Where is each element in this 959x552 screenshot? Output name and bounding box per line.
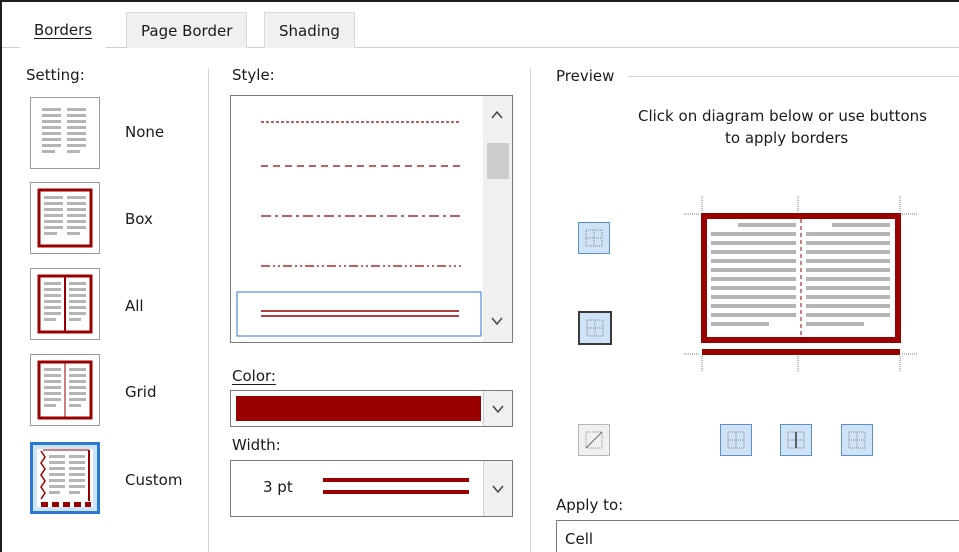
tab-shading-label: Shading	[279, 22, 340, 40]
style-listbox[interactable]	[230, 95, 513, 343]
tab-borders-label: Borders	[34, 21, 93, 39]
diagonal-border-button[interactable]	[578, 424, 610, 456]
tab-page-border-label: Page Border	[141, 22, 233, 40]
color-heading: Color:	[232, 367, 276, 385]
color-dropdown[interactable]	[230, 390, 513, 427]
color-swatch	[236, 396, 481, 421]
setting-all-icon	[37, 274, 93, 334]
separator-style-preview	[530, 68, 531, 552]
style-option-double-selected[interactable]	[236, 291, 482, 337]
setting-none-icon	[42, 108, 86, 153]
style-scrollbar[interactable]	[483, 96, 512, 342]
setting-custom-icon	[37, 449, 93, 507]
separator-setting-style	[208, 68, 209, 552]
setting-box-icon	[37, 188, 93, 248]
border-preview-diagram[interactable]	[680, 192, 920, 377]
left-border-button[interactable]	[720, 424, 752, 456]
inside-vertical-border-button[interactable]	[780, 424, 812, 456]
diagonal-border-icon	[585, 431, 603, 449]
setting-heading: Setting:	[26, 66, 85, 84]
tab-shading[interactable]: Shading	[264, 12, 355, 48]
tab-page-border[interactable]: Page Border	[126, 12, 248, 48]
setting-grid-icon	[37, 360, 93, 420]
scroll-thumb[interactable]	[487, 143, 509, 179]
top-border-icon	[585, 229, 603, 247]
setting-none-button[interactable]	[30, 97, 100, 169]
preview-bottom-border	[702, 349, 900, 355]
color-dropdown-button[interactable]	[483, 391, 512, 426]
preview-instructions-line2: to apply borders	[725, 129, 849, 147]
style-heading: Style:	[232, 66, 275, 84]
scroll-up-arrow-icon[interactable]	[491, 110, 503, 119]
apply-to-dropdown[interactable]: Cell	[556, 520, 959, 552]
chevron-down-icon	[492, 485, 504, 494]
color-heading-text: Color:	[232, 367, 276, 385]
apply-to-heading: Apply to:	[556, 496, 623, 514]
setting-custom-button[interactable]	[30, 442, 100, 514]
setting-none-label[interactable]: None	[125, 123, 164, 141]
setting-all-label[interactable]: All	[125, 297, 144, 315]
apply-to-value: Cell	[565, 530, 594, 548]
right-border-button[interactable]	[841, 424, 873, 456]
setting-grid-label[interactable]: Grid	[125, 383, 156, 401]
width-line-preview	[323, 478, 469, 494]
inside-horizontal-border-button[interactable]	[578, 311, 612, 345]
scrollbar-graphics	[487, 110, 509, 326]
left-border-icon	[727, 431, 745, 449]
setting-box-button[interactable]	[30, 182, 100, 254]
scroll-down-arrow-icon[interactable]	[491, 317, 503, 326]
width-dropdown-button[interactable]	[483, 461, 512, 516]
tab-borders[interactable]: Borders	[20, 12, 107, 48]
chevron-down-icon	[492, 405, 504, 414]
right-border-icon	[848, 431, 866, 449]
top-border-button[interactable]	[578, 222, 610, 254]
preview-groupline	[628, 76, 959, 77]
inside-horizontal-border-icon	[586, 319, 604, 337]
apply-to-heading-text: Apply to:	[556, 496, 624, 514]
setting-all-button[interactable]	[30, 268, 100, 340]
width-dropdown[interactable]: 3 pt	[230, 460, 513, 517]
width-value: 3 pt	[263, 478, 293, 496]
preview-heading: Preview	[556, 67, 615, 85]
width-heading: Width:	[232, 436, 281, 454]
preview-instructions-line1: Click on diagram below or use buttons	[638, 107, 927, 125]
line-style-options	[236, 121, 482, 337]
setting-custom-label[interactable]: Custom	[125, 471, 182, 489]
setting-grid-button[interactable]	[30, 354, 100, 426]
inside-vertical-border-icon	[787, 431, 805, 449]
tab-bar: Borders Page Border Shading	[2, 2, 959, 48]
setting-box-label[interactable]: Box	[125, 210, 153, 228]
